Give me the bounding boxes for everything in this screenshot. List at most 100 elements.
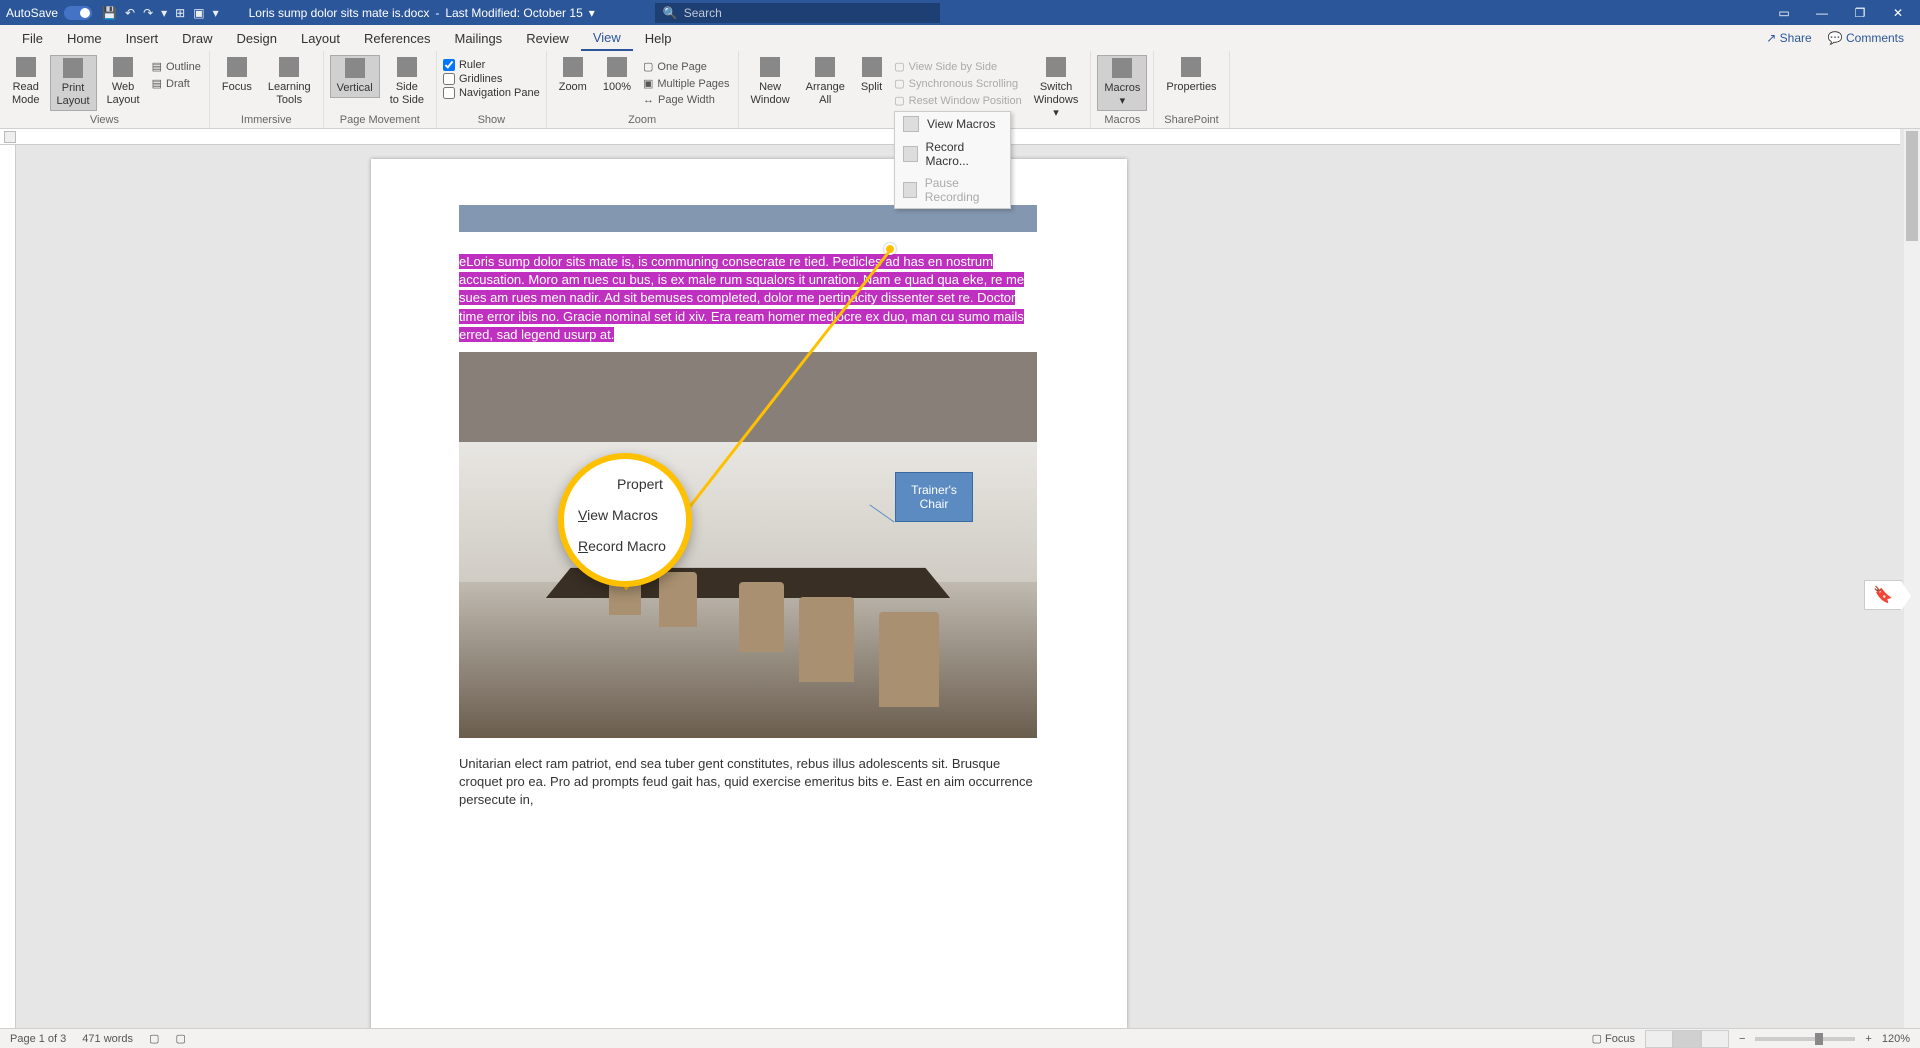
view-side-by-side-button: ▢ View Side by Side bbox=[892, 59, 1024, 74]
word-count[interactable]: 471 words bbox=[82, 1033, 133, 1045]
maximize-icon[interactable]: ❐ bbox=[1850, 6, 1870, 20]
undo-icon[interactable]: ↶ bbox=[125, 6, 135, 20]
scroll-thumb[interactable] bbox=[1906, 131, 1918, 241]
tab-home[interactable]: Home bbox=[55, 25, 114, 51]
print-layout-button[interactable]: Print Layout bbox=[50, 55, 97, 111]
search-placeholder: Search bbox=[684, 6, 722, 20]
document-area[interactable]: eLoris sump dolor sits mate is, is commu… bbox=[16, 145, 1904, 1028]
page-indicator[interactable]: Page 1 of 3 bbox=[10, 1033, 66, 1045]
tab-design[interactable]: Design bbox=[225, 25, 289, 51]
nav-pane-checkbox[interactable]: Navigation Pane bbox=[443, 87, 540, 99]
customize-icon[interactable]: ▾ bbox=[161, 6, 167, 20]
autosave-switch[interactable] bbox=[64, 6, 92, 20]
macros-group-label: Macros bbox=[1097, 114, 1147, 126]
multiple-pages-button[interactable]: ▣ Multiple Pages bbox=[641, 76, 732, 91]
zoom-in-button[interactable]: + bbox=[1865, 1033, 1871, 1045]
gridlines-checkbox[interactable]: Gridlines bbox=[443, 73, 540, 85]
title-bar-shape[interactable] bbox=[459, 205, 1037, 232]
statusbar: Page 1 of 3 471 words ▢ ▢ ▢ Focus − + 12… bbox=[0, 1028, 1920, 1048]
tab-layout[interactable]: Layout bbox=[289, 25, 352, 51]
web-layout-view-button[interactable] bbox=[1701, 1030, 1729, 1048]
ruler-corner bbox=[4, 131, 16, 143]
reset-position-button: ▢ Reset Window Position bbox=[892, 93, 1024, 108]
share-button[interactable]: ↗ Share bbox=[1766, 31, 1811, 45]
immersive-group-label: Immersive bbox=[216, 114, 317, 126]
outline-button[interactable]: ▤ Outline bbox=[150, 59, 203, 74]
tab-draw[interactable]: Draw bbox=[170, 25, 224, 51]
page-width-button[interactable]: ↔ Page Width bbox=[641, 93, 732, 107]
macros-button[interactable]: Macros ▾ bbox=[1097, 55, 1147, 111]
one-page-button[interactable]: ▢ One Page bbox=[641, 59, 732, 74]
close-icon[interactable]: ✕ bbox=[1888, 6, 1908, 20]
new-window-button[interactable]: New Window bbox=[745, 55, 796, 109]
minimize-icon[interactable]: — bbox=[1812, 6, 1832, 20]
zoom-button[interactable]: Zoom bbox=[553, 55, 593, 96]
zoom-group-label: Zoom bbox=[553, 114, 732, 126]
print-layout-view-button[interactable] bbox=[1673, 1030, 1701, 1048]
properties-button[interactable]: Properties bbox=[1160, 55, 1222, 96]
tab-review[interactable]: Review bbox=[514, 25, 581, 51]
page[interactable]: eLoris sump dolor sits mate is, is commu… bbox=[371, 159, 1127, 1028]
save-icon[interactable]: 💾 bbox=[102, 6, 117, 20]
window-controls: ▭ — ❐ ✕ bbox=[1774, 6, 1914, 20]
focus-mode-button[interactable]: ▢ Focus bbox=[1592, 1032, 1635, 1045]
vertical-scrollbar[interactable] bbox=[1904, 129, 1920, 1028]
draft-button[interactable]: ▤ Draft bbox=[150, 76, 203, 91]
comments-button[interactable]: 💬 Comments bbox=[1828, 31, 1904, 45]
hundred-percent-button[interactable]: 100% bbox=[597, 55, 637, 96]
arrange-all-button[interactable]: Arrange All bbox=[800, 55, 851, 109]
titlebar: AutoSave 💾 ↶ ↷ ▾ ⊞ ▣ ▾ Loris sump dolor … bbox=[0, 0, 1920, 25]
vertical-ruler[interactable] bbox=[0, 145, 16, 1028]
search-icon: 🔍 bbox=[663, 6, 678, 20]
zoom-slider[interactable] bbox=[1755, 1037, 1855, 1041]
ribbon-tabs: File Home Insert Draw Design Layout Refe… bbox=[0, 25, 1920, 51]
vertical-button[interactable]: Vertical bbox=[330, 55, 380, 98]
zoom-level[interactable]: 120% bbox=[1882, 1033, 1910, 1045]
web-layout-button[interactable]: Web Layout bbox=[101, 55, 146, 109]
side-to-side-button[interactable]: Side to Side bbox=[384, 55, 430, 109]
highlighted-paragraph[interactable]: eLoris sump dolor sits mate is, is commu… bbox=[459, 253, 1037, 344]
tab-insert[interactable]: Insert bbox=[114, 25, 171, 51]
autosave-toggle[interactable]: AutoSave bbox=[6, 6, 92, 20]
accessibility-icon[interactable]: ▢ bbox=[175, 1032, 185, 1045]
bookmark-tab[interactable]: 🔖 bbox=[1864, 580, 1902, 610]
callout-box[interactable]: Trainer's Chair bbox=[895, 472, 973, 522]
view-mode-buttons bbox=[1645, 1030, 1729, 1048]
read-mode-button[interactable]: Read Mode bbox=[6, 55, 46, 109]
tab-help[interactable]: Help bbox=[633, 25, 684, 51]
tab-file[interactable]: File bbox=[10, 25, 55, 51]
tab-mailings[interactable]: Mailings bbox=[443, 25, 515, 51]
qat-more-icon[interactable]: ▾ bbox=[213, 6, 219, 20]
qat-icon2[interactable]: ▣ bbox=[193, 6, 204, 20]
document-title[interactable]: Loris sump dolor sits mate is.docx - Las… bbox=[249, 6, 595, 20]
split-button[interactable]: Split bbox=[855, 55, 888, 96]
conference-room-image[interactable] bbox=[459, 352, 1037, 738]
learning-tools-button[interactable]: Learning Tools bbox=[262, 55, 317, 109]
magnifier-overlay: Propert View Macros Record Macro bbox=[558, 453, 692, 587]
ruler-checkbox[interactable]: Ruler bbox=[443, 59, 540, 71]
redo-icon[interactable]: ↷ bbox=[143, 6, 153, 20]
bookmark-icon: 🔖 bbox=[1873, 585, 1893, 605]
read-mode-view-button[interactable] bbox=[1645, 1030, 1673, 1048]
view-macros-item[interactable]: View Macros bbox=[895, 112, 1010, 136]
modified-label: Last Modified: October 15 bbox=[445, 6, 582, 20]
qat-icon[interactable]: ⊞ bbox=[175, 6, 185, 20]
ribbon-display-icon[interactable]: ▭ bbox=[1774, 6, 1794, 20]
doc-name: Loris sump dolor sits mate is.docx bbox=[249, 6, 430, 20]
sync-scrolling-button: ▢ Synchronous Scrolling bbox=[892, 76, 1024, 91]
tab-view[interactable]: View bbox=[581, 25, 633, 51]
quick-access-toolbar: 💾 ↶ ↷ ▾ ⊞ ▣ ▾ bbox=[102, 6, 219, 20]
tab-references[interactable]: References bbox=[352, 25, 442, 51]
spell-check-icon[interactable]: ▢ bbox=[149, 1032, 159, 1045]
focus-button[interactable]: Focus bbox=[216, 55, 258, 96]
sharepoint-group-label: SharePoint bbox=[1160, 114, 1222, 126]
chevron-down-icon[interactable]: ▾ bbox=[589, 6, 595, 20]
search-input[interactable]: 🔍 Search bbox=[655, 3, 940, 23]
body-paragraph[interactable]: Unitarian elect ram patriot, end sea tub… bbox=[459, 755, 1037, 810]
record-macro-item[interactable]: Record Macro... bbox=[895, 136, 1010, 172]
zoom-out-button[interactable]: − bbox=[1739, 1033, 1745, 1045]
switch-windows-button[interactable]: Switch Windows ▾ bbox=[1028, 55, 1085, 123]
autosave-label: AutoSave bbox=[6, 6, 58, 20]
macros-icon bbox=[903, 116, 919, 132]
record-icon bbox=[903, 146, 918, 162]
